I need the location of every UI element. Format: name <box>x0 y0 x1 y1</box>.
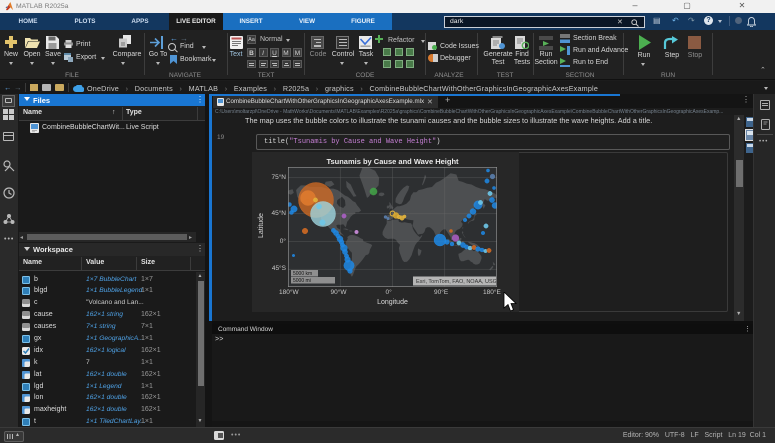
svg-text:Esri, TomTom, FAO, NOAA, USGS: Esri, TomTom, FAO, NOAA, USGS <box>416 279 497 285</box>
svg-text:5000 km: 5000 km <box>293 271 312 277</box>
svg-text:5000 mi: 5000 mi <box>293 278 311 284</box>
